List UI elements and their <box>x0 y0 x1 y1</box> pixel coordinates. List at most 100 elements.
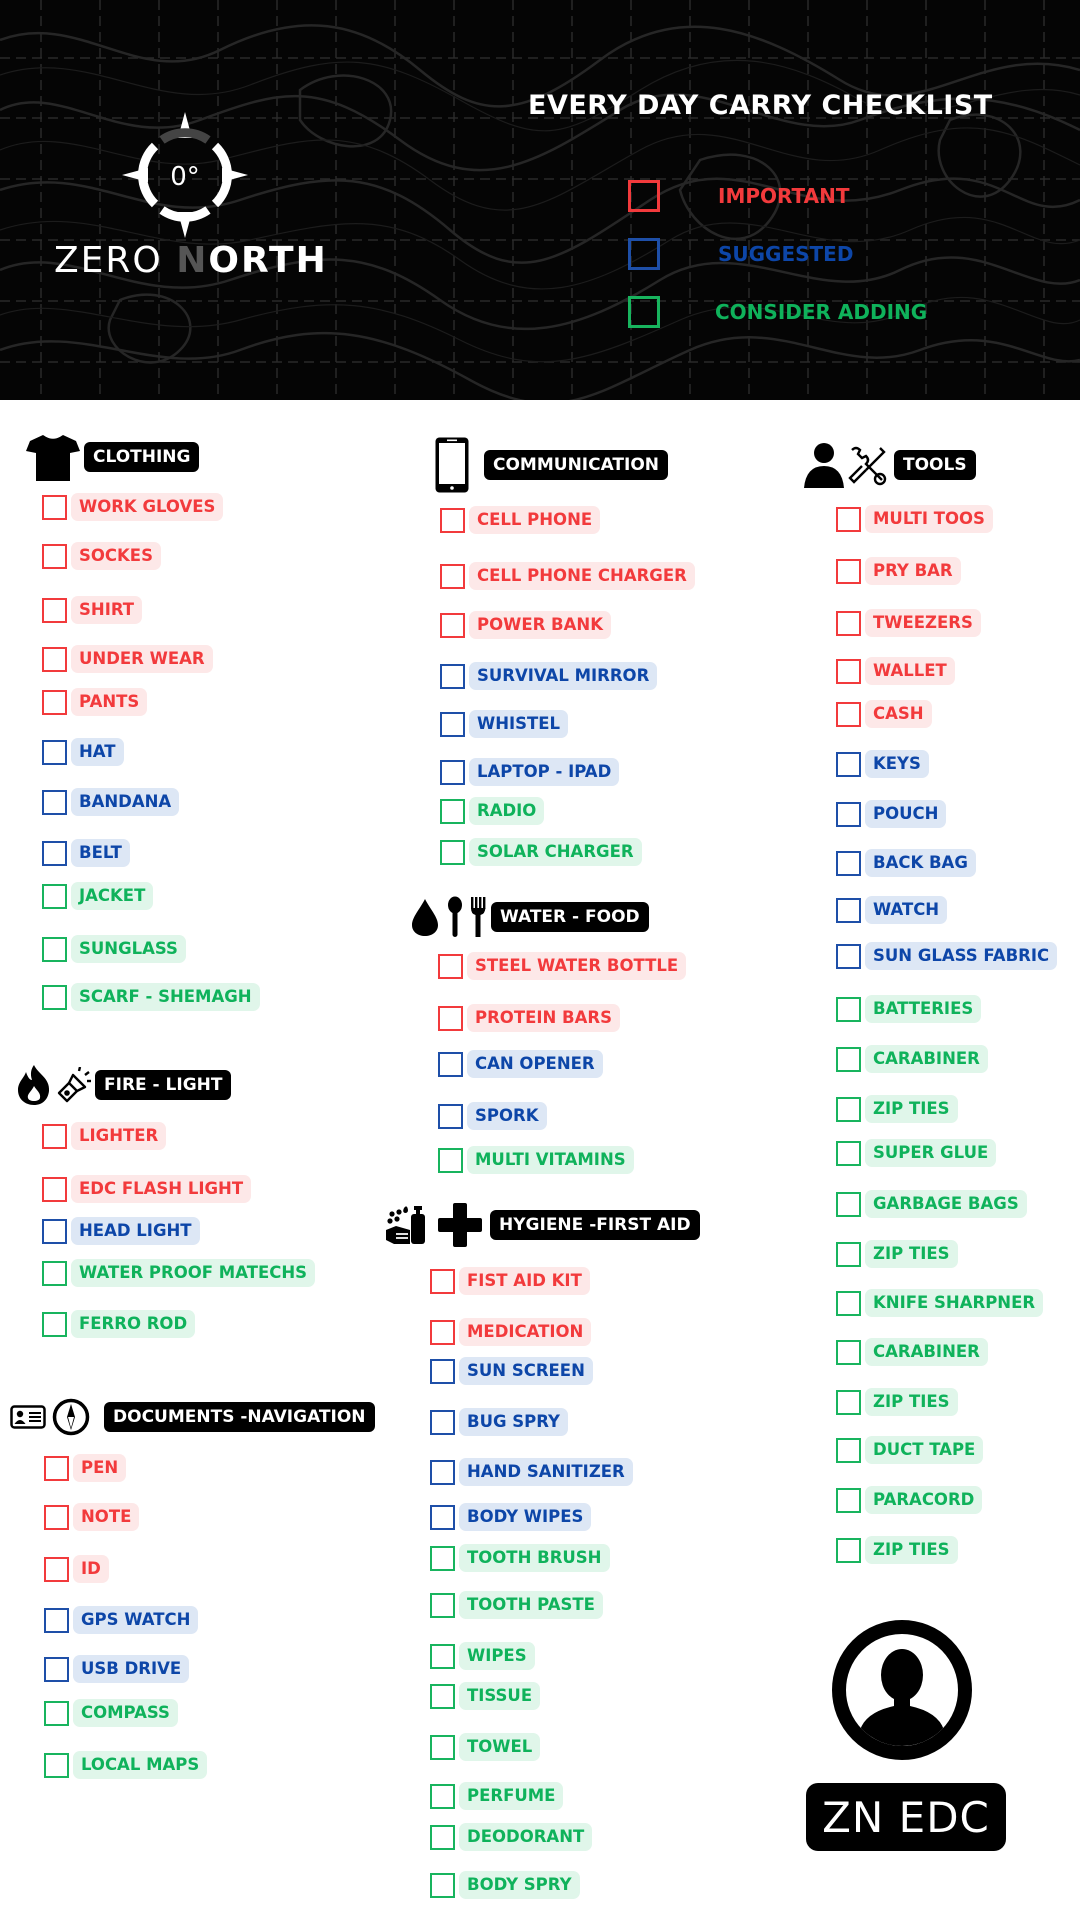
checkbox-important[interactable] <box>836 610 861 636</box>
checklist-item[interactable]: SOCKES <box>42 541 161 571</box>
checkbox-suggested[interactable] <box>836 943 861 969</box>
checkbox-important[interactable] <box>42 1176 67 1202</box>
checkbox-consider[interactable] <box>438 1147 463 1173</box>
checkbox-suggested[interactable] <box>430 1504 455 1530</box>
checkbox-suggested[interactable] <box>430 1358 455 1384</box>
checklist-item[interactable]: RADIO <box>440 796 545 826</box>
checklist-item[interactable]: FERRO ROD <box>42 1309 196 1339</box>
checklist-item[interactable]: COMPASS <box>44 1698 178 1728</box>
checkbox-important[interactable] <box>438 953 463 979</box>
checklist-item[interactable]: SHIRT <box>42 595 143 625</box>
checklist-item[interactable]: SOLAR CHARGER <box>440 837 642 867</box>
checkbox-suggested[interactable] <box>836 850 861 876</box>
checklist-item[interactable]: PANTS <box>42 687 148 717</box>
checklist-item[interactable]: LAPTOP - IPAD <box>440 757 620 787</box>
checklist-item[interactable]: BELT <box>42 838 130 868</box>
checklist-item[interactable]: PRY BAR <box>836 556 961 586</box>
checkbox-consider[interactable] <box>836 1339 861 1365</box>
checkbox-consider[interactable] <box>430 1643 455 1669</box>
checkbox-consider[interactable] <box>430 1592 455 1618</box>
checkbox-consider[interactable] <box>430 1783 455 1809</box>
checklist-item[interactable]: WORK GLOVES <box>42 492 224 522</box>
checklist-item[interactable]: SUN SCREEN <box>430 1356 593 1386</box>
checkbox-important[interactable] <box>438 1005 463 1031</box>
checkbox-important[interactable] <box>440 563 465 589</box>
checklist-item[interactable]: ZIP TIES <box>836 1387 958 1417</box>
checkbox-consider[interactable] <box>42 936 67 962</box>
checklist-item[interactable]: PARACORD <box>836 1485 983 1515</box>
checklist-item[interactable]: DUCT TAPE <box>836 1435 984 1465</box>
checklist-item[interactable]: BANDANA <box>42 787 180 817</box>
checklist-item[interactable]: POWER BANK <box>440 610 611 640</box>
checkbox-important[interactable] <box>836 701 861 727</box>
checklist-item[interactable]: FIST AID KIT <box>430 1266 590 1296</box>
checkbox-suggested[interactable] <box>836 801 861 827</box>
checkbox-suggested[interactable] <box>430 1409 455 1435</box>
checklist-item[interactable]: PERFUME <box>430 1781 564 1811</box>
checklist-item[interactable]: TOOTH BRUSH <box>430 1543 610 1573</box>
checklist-item[interactable]: CELL PHONE <box>440 505 601 535</box>
checkbox-important[interactable] <box>44 1556 69 1582</box>
checklist-item[interactable]: ID <box>44 1554 109 1584</box>
checklist-item[interactable]: GARBAGE BAGS <box>836 1189 1027 1219</box>
checklist-item[interactable]: WALLET <box>836 656 955 686</box>
checklist-item[interactable]: TOWEL <box>430 1732 541 1762</box>
checkbox-consider[interactable] <box>836 1191 861 1217</box>
checklist-item[interactable]: CARABINER <box>836 1044 988 1074</box>
checkbox-suggested[interactable] <box>44 1656 69 1682</box>
checkbox-important[interactable] <box>42 689 67 715</box>
checkbox-important[interactable] <box>430 1268 455 1294</box>
checkbox-suggested[interactable] <box>42 1218 67 1244</box>
checkbox-consider[interactable] <box>836 1290 861 1316</box>
checkbox-consider[interactable] <box>42 883 67 909</box>
checkbox-important[interactable] <box>44 1504 69 1530</box>
checklist-item[interactable]: CARABINER <box>836 1337 988 1367</box>
checklist-item[interactable]: TISSUE <box>430 1681 541 1711</box>
checklist-item[interactable]: SURVIVAL MIRROR <box>440 661 658 691</box>
checklist-item[interactable]: UNDER WEAR <box>42 644 213 674</box>
checkbox-important[interactable] <box>836 558 861 584</box>
checkbox-important[interactable] <box>42 543 67 569</box>
checklist-item[interactable]: CELL PHONE CHARGER <box>440 561 695 591</box>
checkbox-consider[interactable] <box>430 1824 455 1850</box>
checklist-item[interactable]: USB DRIVE <box>44 1654 190 1684</box>
checkbox-suggested[interactable] <box>438 1103 463 1129</box>
checkbox-consider[interactable] <box>836 1241 861 1267</box>
checkbox-consider[interactable] <box>430 1872 455 1898</box>
checkbox-suggested[interactable] <box>440 759 465 785</box>
checklist-item[interactable]: ZIP TIES <box>836 1094 958 1124</box>
checklist-item[interactable]: CAN OPENER <box>438 1049 603 1079</box>
checkbox-important[interactable] <box>42 494 67 520</box>
checklist-item[interactable]: MULTI TOOS <box>836 504 993 534</box>
checkbox-suggested[interactable] <box>42 739 67 765</box>
checklist-item[interactable]: LIGHTER <box>42 1121 167 1151</box>
checkbox-important[interactable] <box>836 506 861 532</box>
checklist-item[interactable]: PEN <box>44 1453 127 1483</box>
checklist-item[interactable]: ZIP TIES <box>836 1239 958 1269</box>
checkbox-consider[interactable] <box>836 1046 861 1072</box>
checkbox-suggested[interactable] <box>44 1607 69 1633</box>
checklist-item[interactable]: MEDICATION <box>430 1317 592 1347</box>
checklist-item[interactable]: JACKET <box>42 881 154 911</box>
checklist-item[interactable]: TOOTH PASTE <box>430 1590 603 1620</box>
checkbox-important[interactable] <box>440 507 465 533</box>
checklist-item[interactable]: KEYS <box>836 749 929 779</box>
checklist-item[interactable]: SPORK <box>438 1101 547 1131</box>
checkbox-important[interactable] <box>42 597 67 623</box>
checklist-item[interactable]: BACK BAG <box>836 848 976 878</box>
checkbox-consider[interactable] <box>430 1683 455 1709</box>
checkbox-consider[interactable] <box>836 1437 861 1463</box>
checklist-item[interactable]: EDC FLASH LIGHT <box>42 1174 252 1204</box>
checkbox-important[interactable] <box>440 612 465 638</box>
checkbox-consider[interactable] <box>42 1311 67 1337</box>
checklist-item[interactable]: WIPES <box>430 1641 535 1671</box>
checkbox-consider[interactable] <box>430 1545 455 1571</box>
checkbox-consider[interactable] <box>42 984 67 1010</box>
checkbox-important[interactable] <box>836 658 861 684</box>
checkbox-consider[interactable] <box>44 1752 69 1778</box>
checkbox-important[interactable] <box>42 646 67 672</box>
checkbox-consider[interactable] <box>42 1260 67 1286</box>
checkbox-important[interactable] <box>42 1123 67 1149</box>
checklist-item[interactable]: BUG SPRY <box>430 1407 568 1437</box>
checkbox-suggested[interactable] <box>438 1051 463 1077</box>
